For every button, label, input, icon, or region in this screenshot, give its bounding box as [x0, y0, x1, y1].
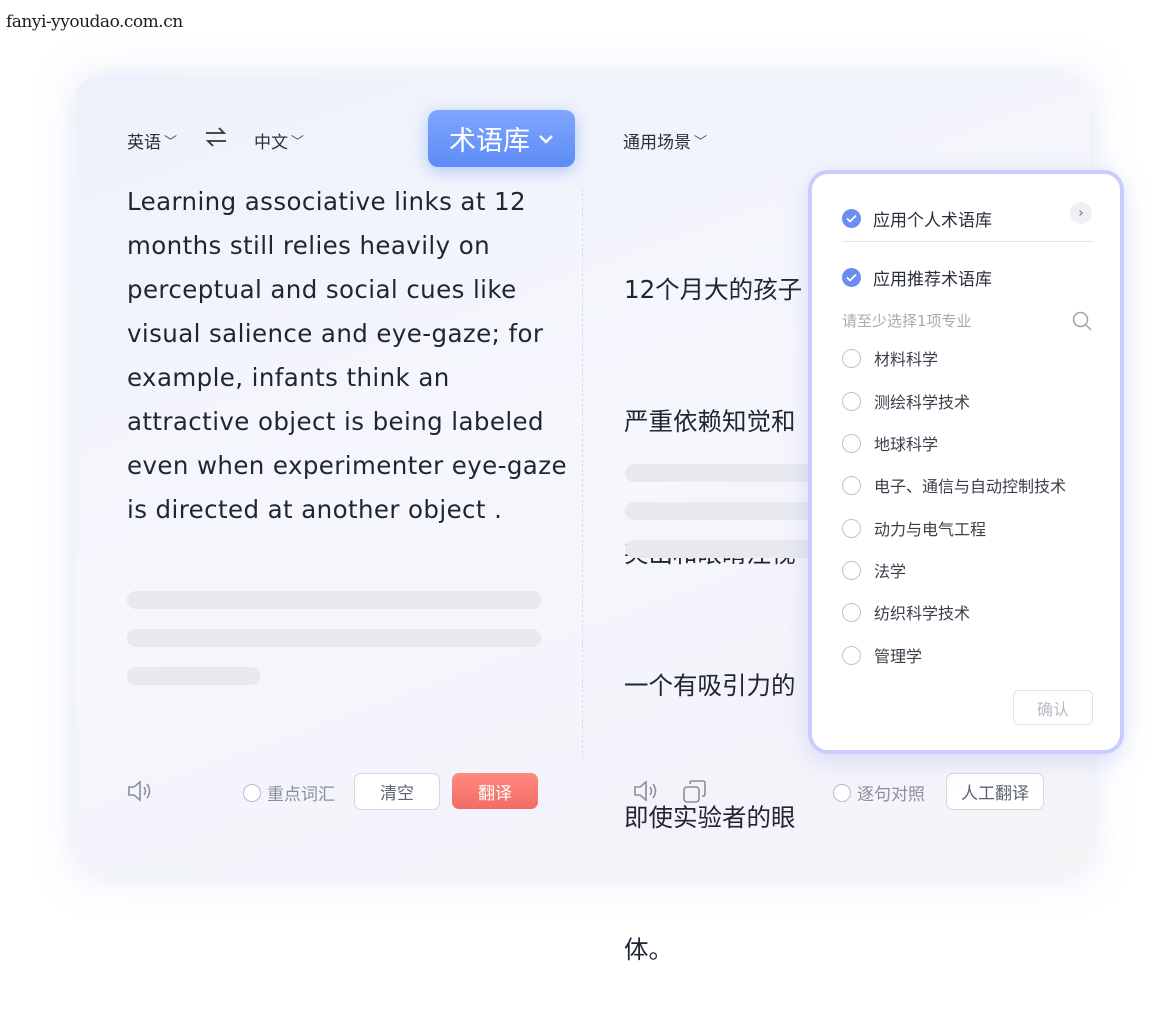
source-text-area[interactable]: Learning associative links at 12 months … [127, 180, 567, 532]
field-label: 管理学 [874, 647, 923, 666]
target-lang-label: 中文 [254, 133, 288, 153]
radio-icon [842, 475, 861, 495]
placeholder-line [127, 591, 541, 609]
scene-label: 通用场景 [623, 133, 691, 153]
field-option[interactable]: 材料科学 [842, 346, 938, 370]
translate-button[interactable]: 翻译 [452, 773, 538, 809]
sentence-compare-toggle[interactable]: 逐句对照 [833, 780, 925, 805]
radio-icon [842, 391, 861, 411]
target-line: 体。 [624, 935, 673, 964]
search-icon[interactable] [1072, 311, 1092, 335]
human-translate-button[interactable]: 人工翻译 [946, 773, 1044, 810]
target-line: 一个有吸引力的 [624, 671, 796, 700]
placeholder-line [127, 629, 541, 647]
field-label: 材料科学 [874, 350, 939, 369]
field-label: 动力与电气工程 [874, 520, 987, 539]
speaker-icon[interactable] [126, 779, 154, 807]
personal-library-label: 应用个人术语库 [873, 211, 992, 231]
term-library-label: 术语库 [449, 126, 530, 157]
speaker-icon[interactable] [632, 779, 660, 807]
term-library-button[interactable]: 术语库 [428, 110, 575, 167]
field-option[interactable]: 电子、通信与自动控制技术 [842, 473, 1066, 497]
divider [842, 241, 1094, 242]
clear-button[interactable]: 清空 [354, 773, 440, 810]
radio-icon [842, 645, 861, 665]
source-lang-select[interactable]: 英语 ﹀ [127, 128, 177, 153]
radio-icon [842, 602, 861, 622]
radio-icon [842, 560, 861, 580]
field-label: 测绘科学技术 [874, 393, 971, 412]
source-lang-label: 英语 [127, 133, 161, 153]
field-label: 电子、通信与自动控制技术 [874, 477, 1067, 496]
scene-select[interactable]: 通用场景 ﹀ [623, 128, 707, 153]
field-option[interactable]: 管理学 [842, 643, 922, 667]
key-vocab-toggle[interactable]: 重点词汇 [243, 780, 335, 805]
personal-library-option[interactable]: 应用个人术语库 [842, 206, 992, 231]
confirm-button[interactable]: 确认 [1013, 690, 1093, 725]
radio-icon [243, 783, 261, 802]
placeholder-line [127, 667, 260, 685]
field-label: 法学 [874, 562, 907, 581]
field-option[interactable]: 法学 [842, 558, 906, 582]
target-line: 严重依赖知觉和 [624, 407, 796, 436]
chevron-down-icon: ﹀ [164, 135, 178, 150]
chevron-right-icon[interactable]: › [1070, 202, 1092, 224]
key-vocab-label: 重点词汇 [267, 785, 335, 805]
field-label: 地球科学 [874, 435, 939, 454]
chevron-down-icon: ﹀ [694, 135, 708, 150]
field-label: 纺织科学技术 [874, 604, 971, 623]
watermark: fanyi-yyoudao.com.cn [6, 12, 183, 32]
placeholder-line [625, 540, 815, 558]
placeholder-line [625, 502, 815, 520]
recommended-library-option[interactable]: 应用推荐术语库 [842, 265, 992, 290]
radio-icon [842, 433, 861, 453]
target-line: 12个月大的孩子 [624, 275, 803, 304]
placeholder-line [625, 464, 815, 482]
target-text-area: 12个月大的孩子 严重依赖知觉和 突出和眼睛注视 一个有吸引力的 即使实验者的眼… [624, 180, 814, 1016]
radio-icon [833, 783, 851, 802]
pane-divider [582, 188, 583, 758]
check-icon [842, 268, 861, 287]
swap-languages-icon[interactable] [204, 126, 228, 154]
field-hint: 请至少选择1项专业 [842, 312, 972, 330]
field-option[interactable]: 动力与电气工程 [842, 516, 986, 540]
radio-icon [842, 348, 861, 368]
field-option[interactable]: 地球科学 [842, 431, 938, 455]
copy-icon[interactable] [682, 779, 708, 809]
term-library-panel: 应用个人术语库 › 应用推荐术语库 请至少选择1项专业 材料科学 测绘科学技术 … [808, 170, 1124, 754]
field-option[interactable]: 纺织科学技术 [842, 600, 970, 624]
recommended-library-label: 应用推荐术语库 [873, 270, 992, 290]
chevron-down-icon [538, 128, 554, 149]
target-lang-select[interactable]: 中文 ﹀ [254, 128, 304, 153]
field-option[interactable]: 测绘科学技术 [842, 389, 970, 413]
check-icon [842, 209, 861, 228]
radio-icon [842, 518, 861, 538]
sentence-compare-label: 逐句对照 [857, 785, 925, 805]
chevron-down-icon: ﹀ [291, 135, 305, 150]
